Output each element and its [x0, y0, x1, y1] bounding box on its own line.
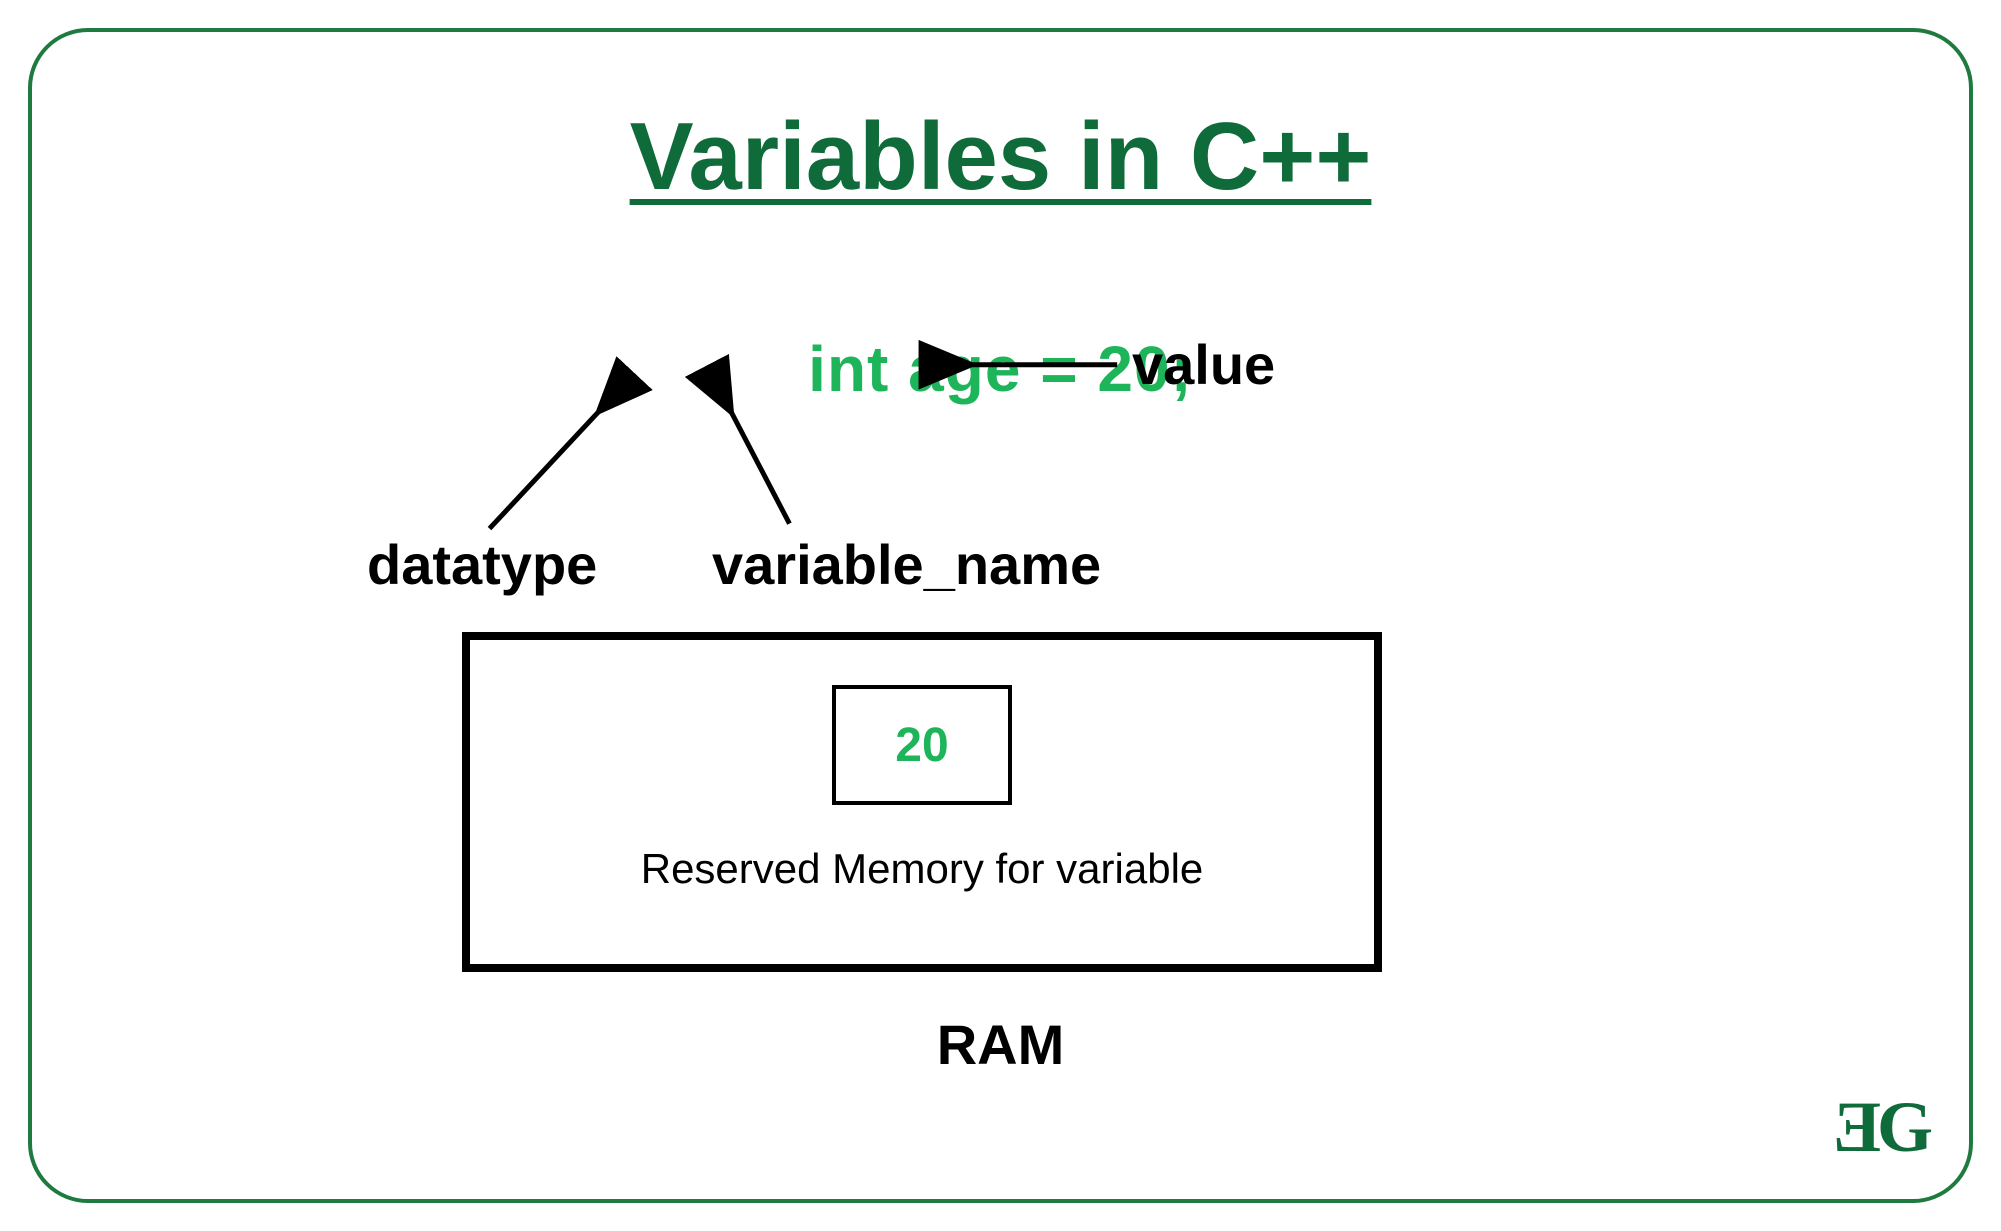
- label-value: value: [1132, 332, 1275, 397]
- reserved-memory-label: Reserved Memory for variable: [470, 845, 1374, 893]
- ram-label: RAM: [32, 1012, 1969, 1077]
- label-datatype: datatype: [367, 532, 597, 597]
- code-declaration: int age = 20;: [32, 332, 1969, 406]
- diagram-card: Variables in C++ int age = 20; value dat…: [28, 28, 1973, 1203]
- label-variable-name: variable_name: [712, 532, 1101, 597]
- gfg-logo: ƎG: [1833, 1086, 1929, 1169]
- diagram-title: Variables in C++: [32, 102, 1969, 212]
- ram-box: 20 Reserved Memory for variable: [462, 632, 1382, 972]
- memory-cell: 20: [832, 685, 1012, 805]
